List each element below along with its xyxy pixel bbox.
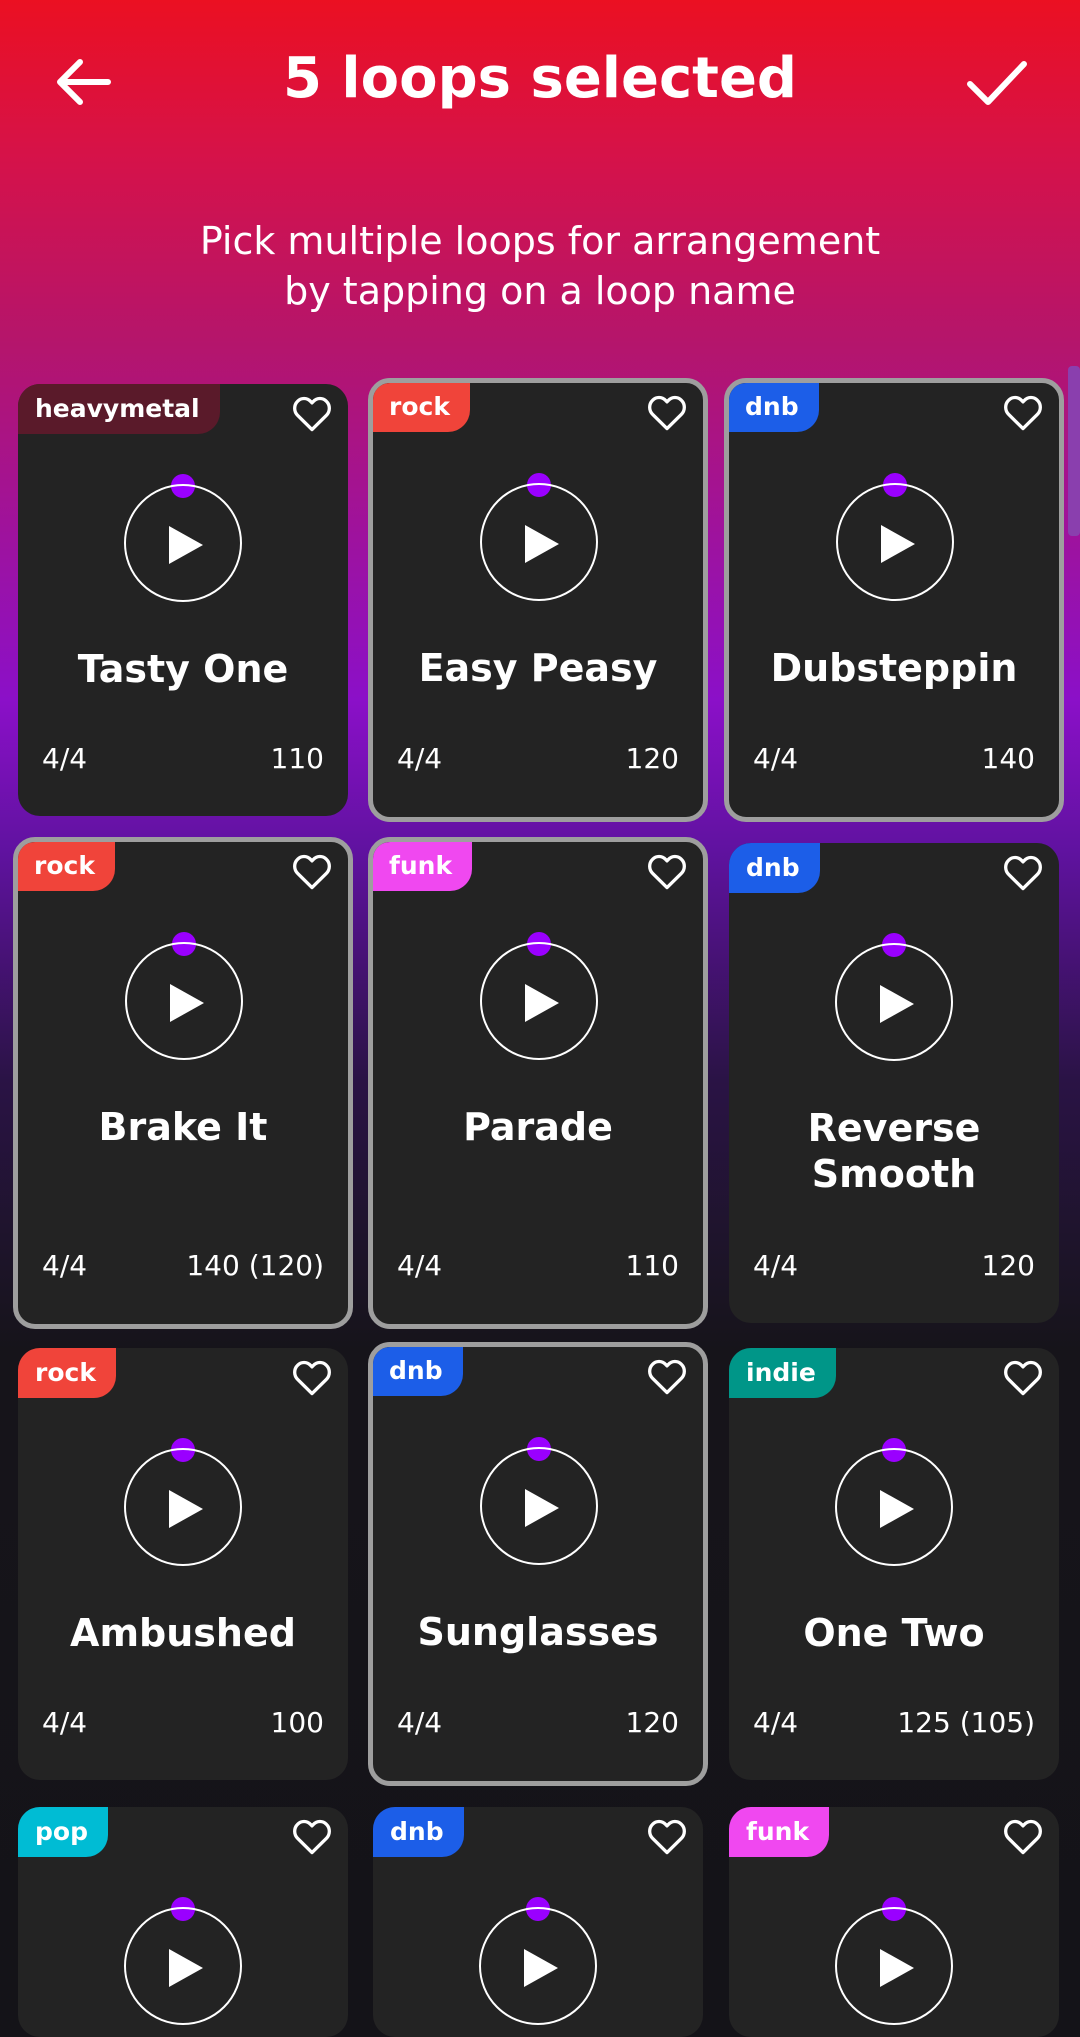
time-signature: 4/4 (397, 1249, 443, 1282)
genre-badge: dnb (729, 843, 820, 893)
heart-icon (290, 1360, 334, 1404)
heart-icon (645, 395, 689, 439)
loop-card[interactable]: dnb Sunglasses 4/4 120 (368, 1342, 708, 1786)
genre-badge: rock (18, 842, 115, 891)
play-button[interactable] (835, 1907, 953, 2025)
play-button[interactable] (835, 943, 953, 1061)
tempo-bpm: 140 (981, 742, 1035, 775)
loop-name[interactable]: Parade (373, 1104, 703, 1150)
tempo-bpm: 120 (625, 1706, 679, 1739)
loop-card[interactable]: funk (729, 1807, 1059, 2037)
loop-name[interactable]: Brake It (18, 1104, 348, 1150)
genre-badge: funk (729, 1807, 830, 1857)
play-button[interactable] (480, 942, 598, 1060)
genre-badge: rock (373, 383, 470, 432)
heart-icon (645, 854, 689, 898)
tempo-bpm: 120 (625, 742, 679, 775)
tempo-bpm: 110 (625, 1249, 679, 1282)
time-signature: 4/4 (42, 1706, 88, 1739)
loop-card[interactable]: rock Brake It 4/4 140 (120) (13, 837, 353, 1329)
genre-badge: dnb (373, 1807, 464, 1857)
genre-badge: indie (729, 1348, 836, 1398)
tempo-bpm: 100 (270, 1706, 324, 1739)
loop-name[interactable]: Tasty One (18, 646, 348, 692)
tempo-bpm: 125 (105) (897, 1706, 1035, 1739)
loop-card[interactable]: rock Easy Peasy 4/4 120 (368, 378, 708, 822)
time-signature: 4/4 (42, 1249, 88, 1282)
time-signature: 4/4 (397, 1706, 443, 1739)
loop-name[interactable]: Reverse Smooth (729, 1105, 1059, 1197)
heart-icon (290, 396, 334, 440)
genre-badge: rock (18, 1348, 116, 1398)
favorite-button[interactable] (290, 392, 334, 436)
heart-icon (1001, 395, 1045, 439)
loop-name[interactable]: Sunglasses (373, 1609, 703, 1655)
play-button[interactable] (125, 942, 243, 1060)
play-button[interactable] (480, 483, 598, 601)
favorite-button[interactable] (645, 391, 689, 435)
loop-name[interactable]: Ambushed (18, 1610, 348, 1656)
favorite-button[interactable] (645, 850, 689, 894)
heart-icon (1001, 1819, 1045, 1863)
genre-badge: funk (373, 842, 473, 891)
loop-card[interactable]: dnb (373, 1807, 703, 2037)
favorite-button[interactable] (1001, 1356, 1045, 1400)
genre-badge: dnb (729, 383, 819, 432)
tempo-bpm: 120 (981, 1249, 1035, 1282)
heart-icon (1001, 855, 1045, 899)
favorite-button[interactable] (290, 1815, 334, 1859)
play-button[interactable] (480, 1447, 598, 1565)
heart-icon (645, 1819, 689, 1863)
genre-badge: heavymetal (18, 384, 220, 434)
loop-card[interactable]: dnb Reverse Smooth 4/4 120 (729, 843, 1059, 1323)
play-button[interactable] (836, 483, 954, 601)
genre-badge: pop (18, 1807, 108, 1857)
play-button[interactable] (124, 1907, 242, 2025)
loop-name[interactable]: One Two (729, 1610, 1059, 1656)
tempo-bpm: 140 (120) (186, 1249, 324, 1282)
time-signature: 4/4 (397, 742, 443, 775)
play-button[interactable] (124, 484, 242, 602)
loop-card[interactable]: dnb Dubsteppin 4/4 140 (724, 378, 1064, 822)
favorite-button[interactable] (645, 1815, 689, 1859)
loop-card[interactable]: funk Parade 4/4 110 (368, 837, 708, 1329)
loop-card[interactable]: rock Ambushed 4/4 100 (18, 1348, 348, 1780)
play-button[interactable] (479, 1907, 597, 2025)
time-signature: 4/4 (753, 1249, 799, 1282)
favorite-button[interactable] (1001, 391, 1045, 435)
loop-card[interactable]: heavymetal Tasty One 4/4 110 (18, 384, 348, 816)
tempo-bpm: 110 (270, 742, 324, 775)
play-button[interactable] (124, 1448, 242, 1566)
heart-icon (1001, 1360, 1045, 1404)
heart-icon (290, 1819, 334, 1863)
time-signature: 4/4 (42, 742, 88, 775)
play-button[interactable] (835, 1448, 953, 1566)
heart-icon (645, 1359, 689, 1403)
loop-name[interactable]: Dubsteppin (729, 645, 1059, 691)
heart-icon (290, 854, 334, 898)
favorite-button[interactable] (645, 1355, 689, 1399)
time-signature: 4/4 (753, 742, 799, 775)
favorite-button[interactable] (1001, 1815, 1045, 1859)
loop-grid: heavymetal Tasty One 4/4 110 rock Easy Peasy 4… (0, 0, 1080, 2037)
genre-badge: dnb (373, 1347, 463, 1396)
favorite-button[interactable] (290, 1356, 334, 1400)
loop-card[interactable]: pop (18, 1807, 348, 2037)
favorite-button[interactable] (1001, 851, 1045, 895)
loop-card[interactable]: indie One Two 4/4 125 (105) (729, 1348, 1059, 1780)
time-signature: 4/4 (753, 1706, 799, 1739)
loop-name[interactable]: Easy Peasy (373, 645, 703, 691)
favorite-button[interactable] (290, 850, 334, 894)
